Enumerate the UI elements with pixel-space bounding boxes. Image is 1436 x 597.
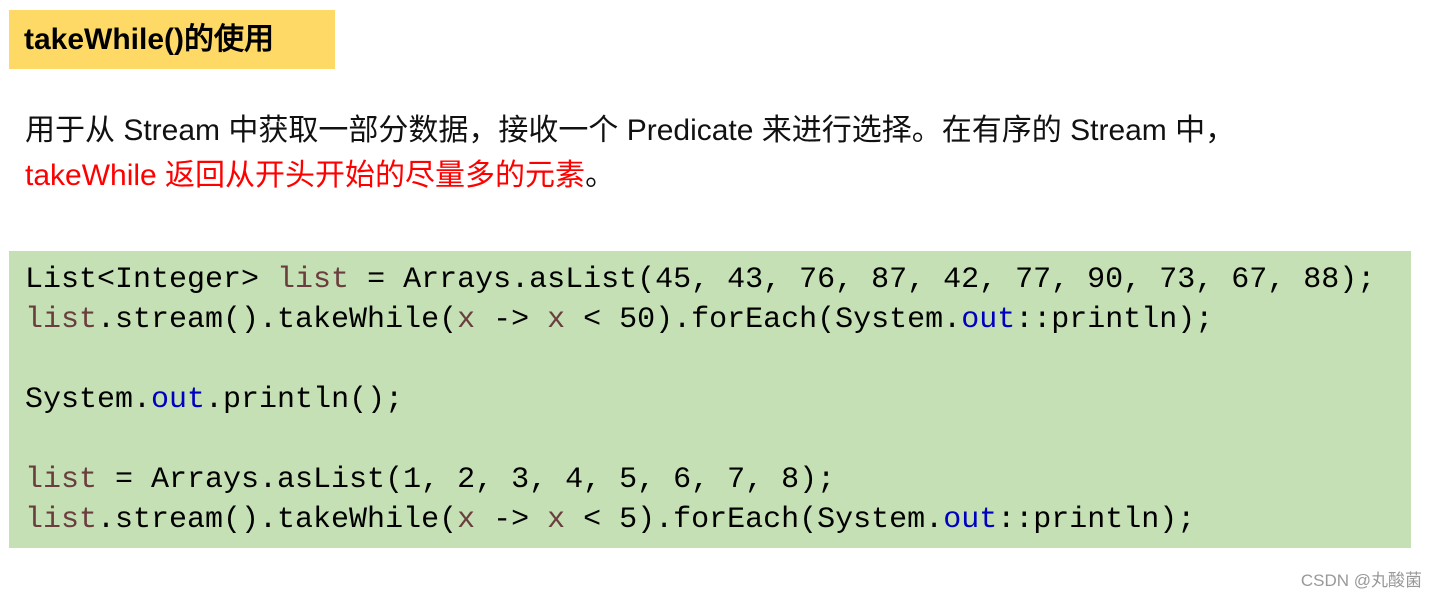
code-token-var: list [277,263,350,297]
code-token-field: out [151,383,206,417]
code-token-var: x [547,303,566,337]
code-line: System.out.println(); [25,380,1411,420]
code-token-var: x [547,503,566,537]
description-highlight: takeWhile 返回从开头开始的尽量多的元素 [25,159,586,192]
code-token-plain: < 5).forEach(System. [565,503,944,537]
code-token-var: x [457,503,476,537]
description-end: 。 [585,159,616,192]
code-token-var: x [457,303,476,337]
code-token-plain: .stream().takeWhile( [97,303,458,337]
code-line: List<Integer> list = Arrays.asList(45, 4… [25,260,1411,300]
code-token-plain: .println(); [205,383,404,417]
code-token-var: list [25,503,98,537]
code-token-plain: ::println); [997,503,1196,537]
code-token-plain: List<Integer> [25,263,278,297]
code-token-plain: -> [475,303,548,337]
code-block: List<Integer> list = Arrays.asList(45, 4… [9,251,1411,548]
code-token-plain: = Arrays.asList(1, 2, 3, 4, 5, 6, 7, 8); [97,463,836,497]
code-token-field: out [961,303,1016,337]
section-title: takeWhile()的使用 [9,10,335,69]
code-token-plain: = Arrays.asList(45, 43, 76, 87, 42, 77, … [349,263,1376,297]
code-token-var: list [25,303,98,337]
code-token-plain: < 50).forEach(System. [565,303,962,337]
code-token-var: list [25,463,98,497]
description-text: 用于从 Stream 中获取一部分数据，接收一个 Predicate 来进行选择… [25,114,1236,147]
code-token-field: out [943,503,998,537]
watermark: CSDN @丸酸菌 [1300,571,1422,590]
description-paragraph: 用于从 Stream 中获取一部分数据，接收一个 Predicate 来进行选择… [25,108,1355,198]
code-token-plain: .stream().takeWhile( [97,503,458,537]
code-token-plain: -> [475,503,548,537]
code-line: list.stream().takeWhile(x -> x < 5).forE… [25,500,1411,540]
code-line: list.stream().takeWhile(x -> x < 50).for… [25,300,1411,340]
code-token-plain: System. [25,383,152,417]
code-token-plain: ::println); [1015,303,1214,337]
code-line: list = Arrays.asList(1, 2, 3, 4, 5, 6, 7… [25,460,1411,500]
